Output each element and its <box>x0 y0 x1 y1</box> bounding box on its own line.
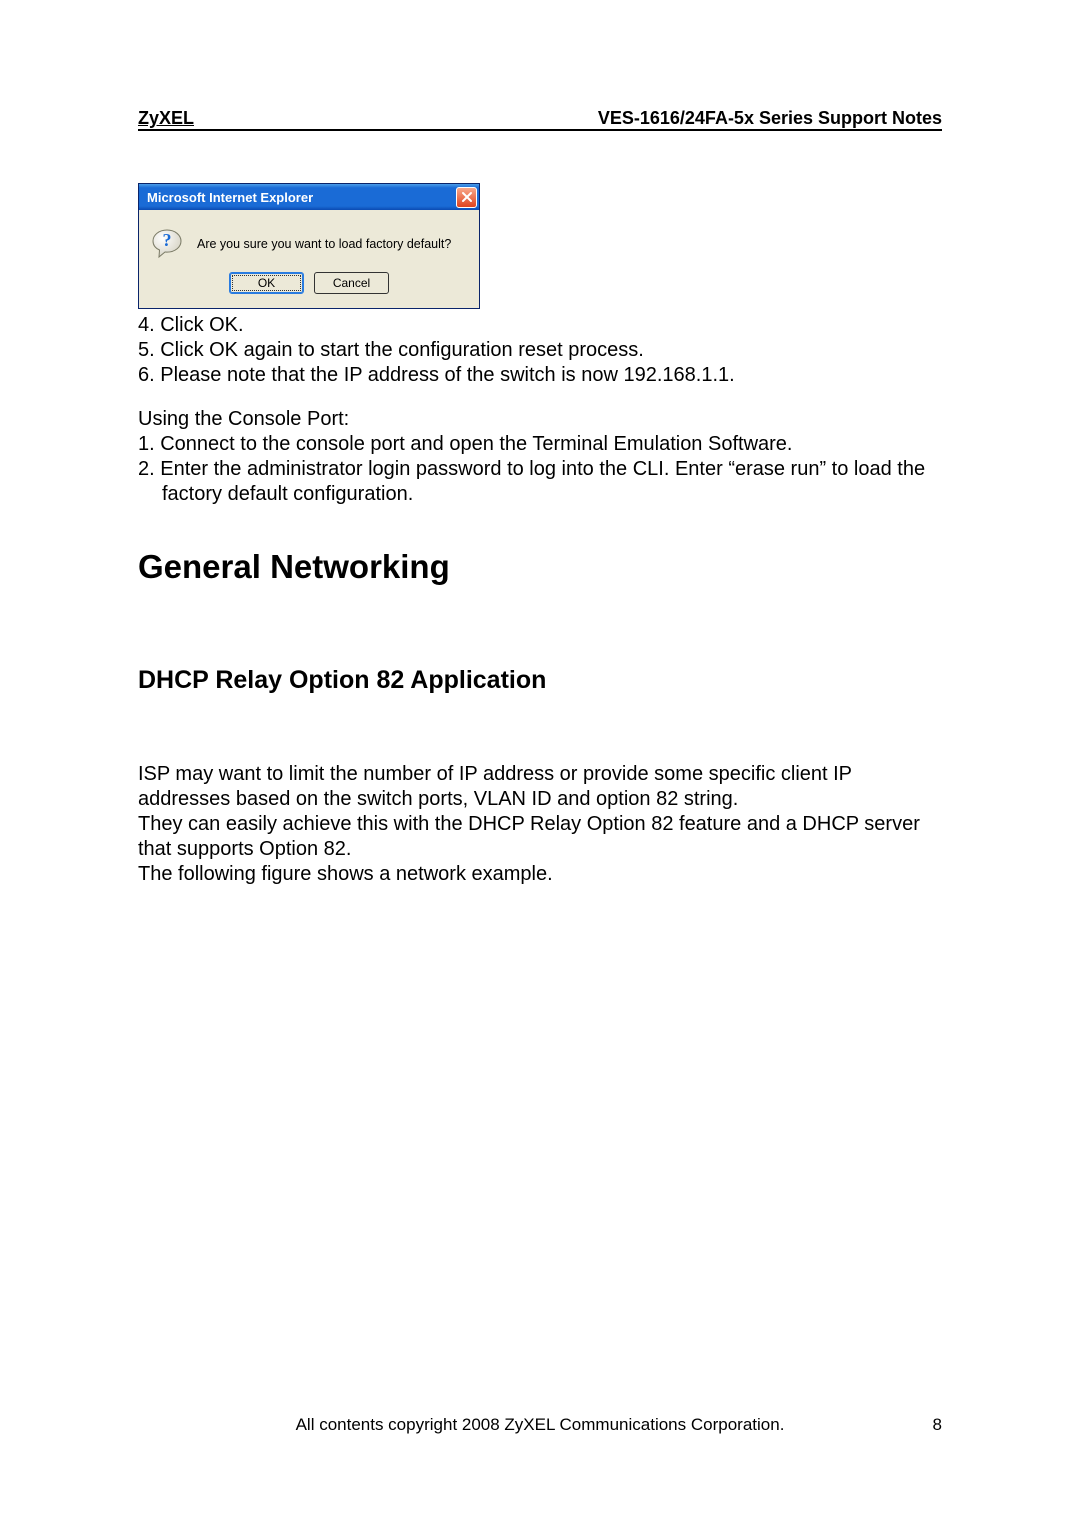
dialog-titlebar: Microsoft Internet Explorer <box>139 184 479 210</box>
page-footer: All contents copyright 2008 ZyXEL Commun… <box>138 1415 942 1435</box>
cancel-button[interactable]: Cancel <box>314 272 389 294</box>
body-paragraph-3: The following figure shows a network exa… <box>138 862 942 887</box>
steps-list-b: 1. Connect to the console port and open … <box>138 432 942 506</box>
body-paragraph-2: They can easily achieve this with the DH… <box>138 812 942 862</box>
page-header: ZyXEL VES-1616/24FA-5x Series Support No… <box>138 108 942 131</box>
body-paragraph-1: ISP may want to limit the number of IP a… <box>138 762 942 812</box>
dialog-title: Microsoft Internet Explorer <box>147 190 313 205</box>
step-5: 5. Click OK again to start the configura… <box>138 338 942 363</box>
step-6: 6. Please note that the IP address of th… <box>138 363 942 388</box>
svg-text:?: ? <box>163 230 172 250</box>
header-doc-title: VES-1616/24FA-5x Series Support Notes <box>598 108 942 129</box>
steps-list-a: 4. Click OK. 5. Click OK again to start … <box>138 313 942 387</box>
ok-button[interactable]: OK <box>229 272 304 294</box>
footer-copyright: All contents copyright 2008 ZyXEL Commun… <box>138 1415 942 1435</box>
section-heading: General Networking <box>138 547 942 588</box>
subsection-heading: DHCP Relay Option 82 Application <box>138 665 942 696</box>
step-4: 4. Click OK. <box>138 313 942 338</box>
step-b1: 1. Connect to the console port and open … <box>138 432 942 457</box>
step-b2: 2. Enter the administrator login passwor… <box>138 457 942 507</box>
dialog-message: Are you sure you want to load factory de… <box>197 237 451 251</box>
console-port-heading: Using the Console Port: <box>138 407 942 432</box>
close-icon[interactable] <box>456 187 477 208</box>
question-icon: ? <box>151 228 183 260</box>
header-brand: ZyXEL <box>138 108 194 129</box>
confirm-dialog: Microsoft Internet Explorer ? <box>138 183 480 309</box>
page-number: 8 <box>933 1415 942 1435</box>
